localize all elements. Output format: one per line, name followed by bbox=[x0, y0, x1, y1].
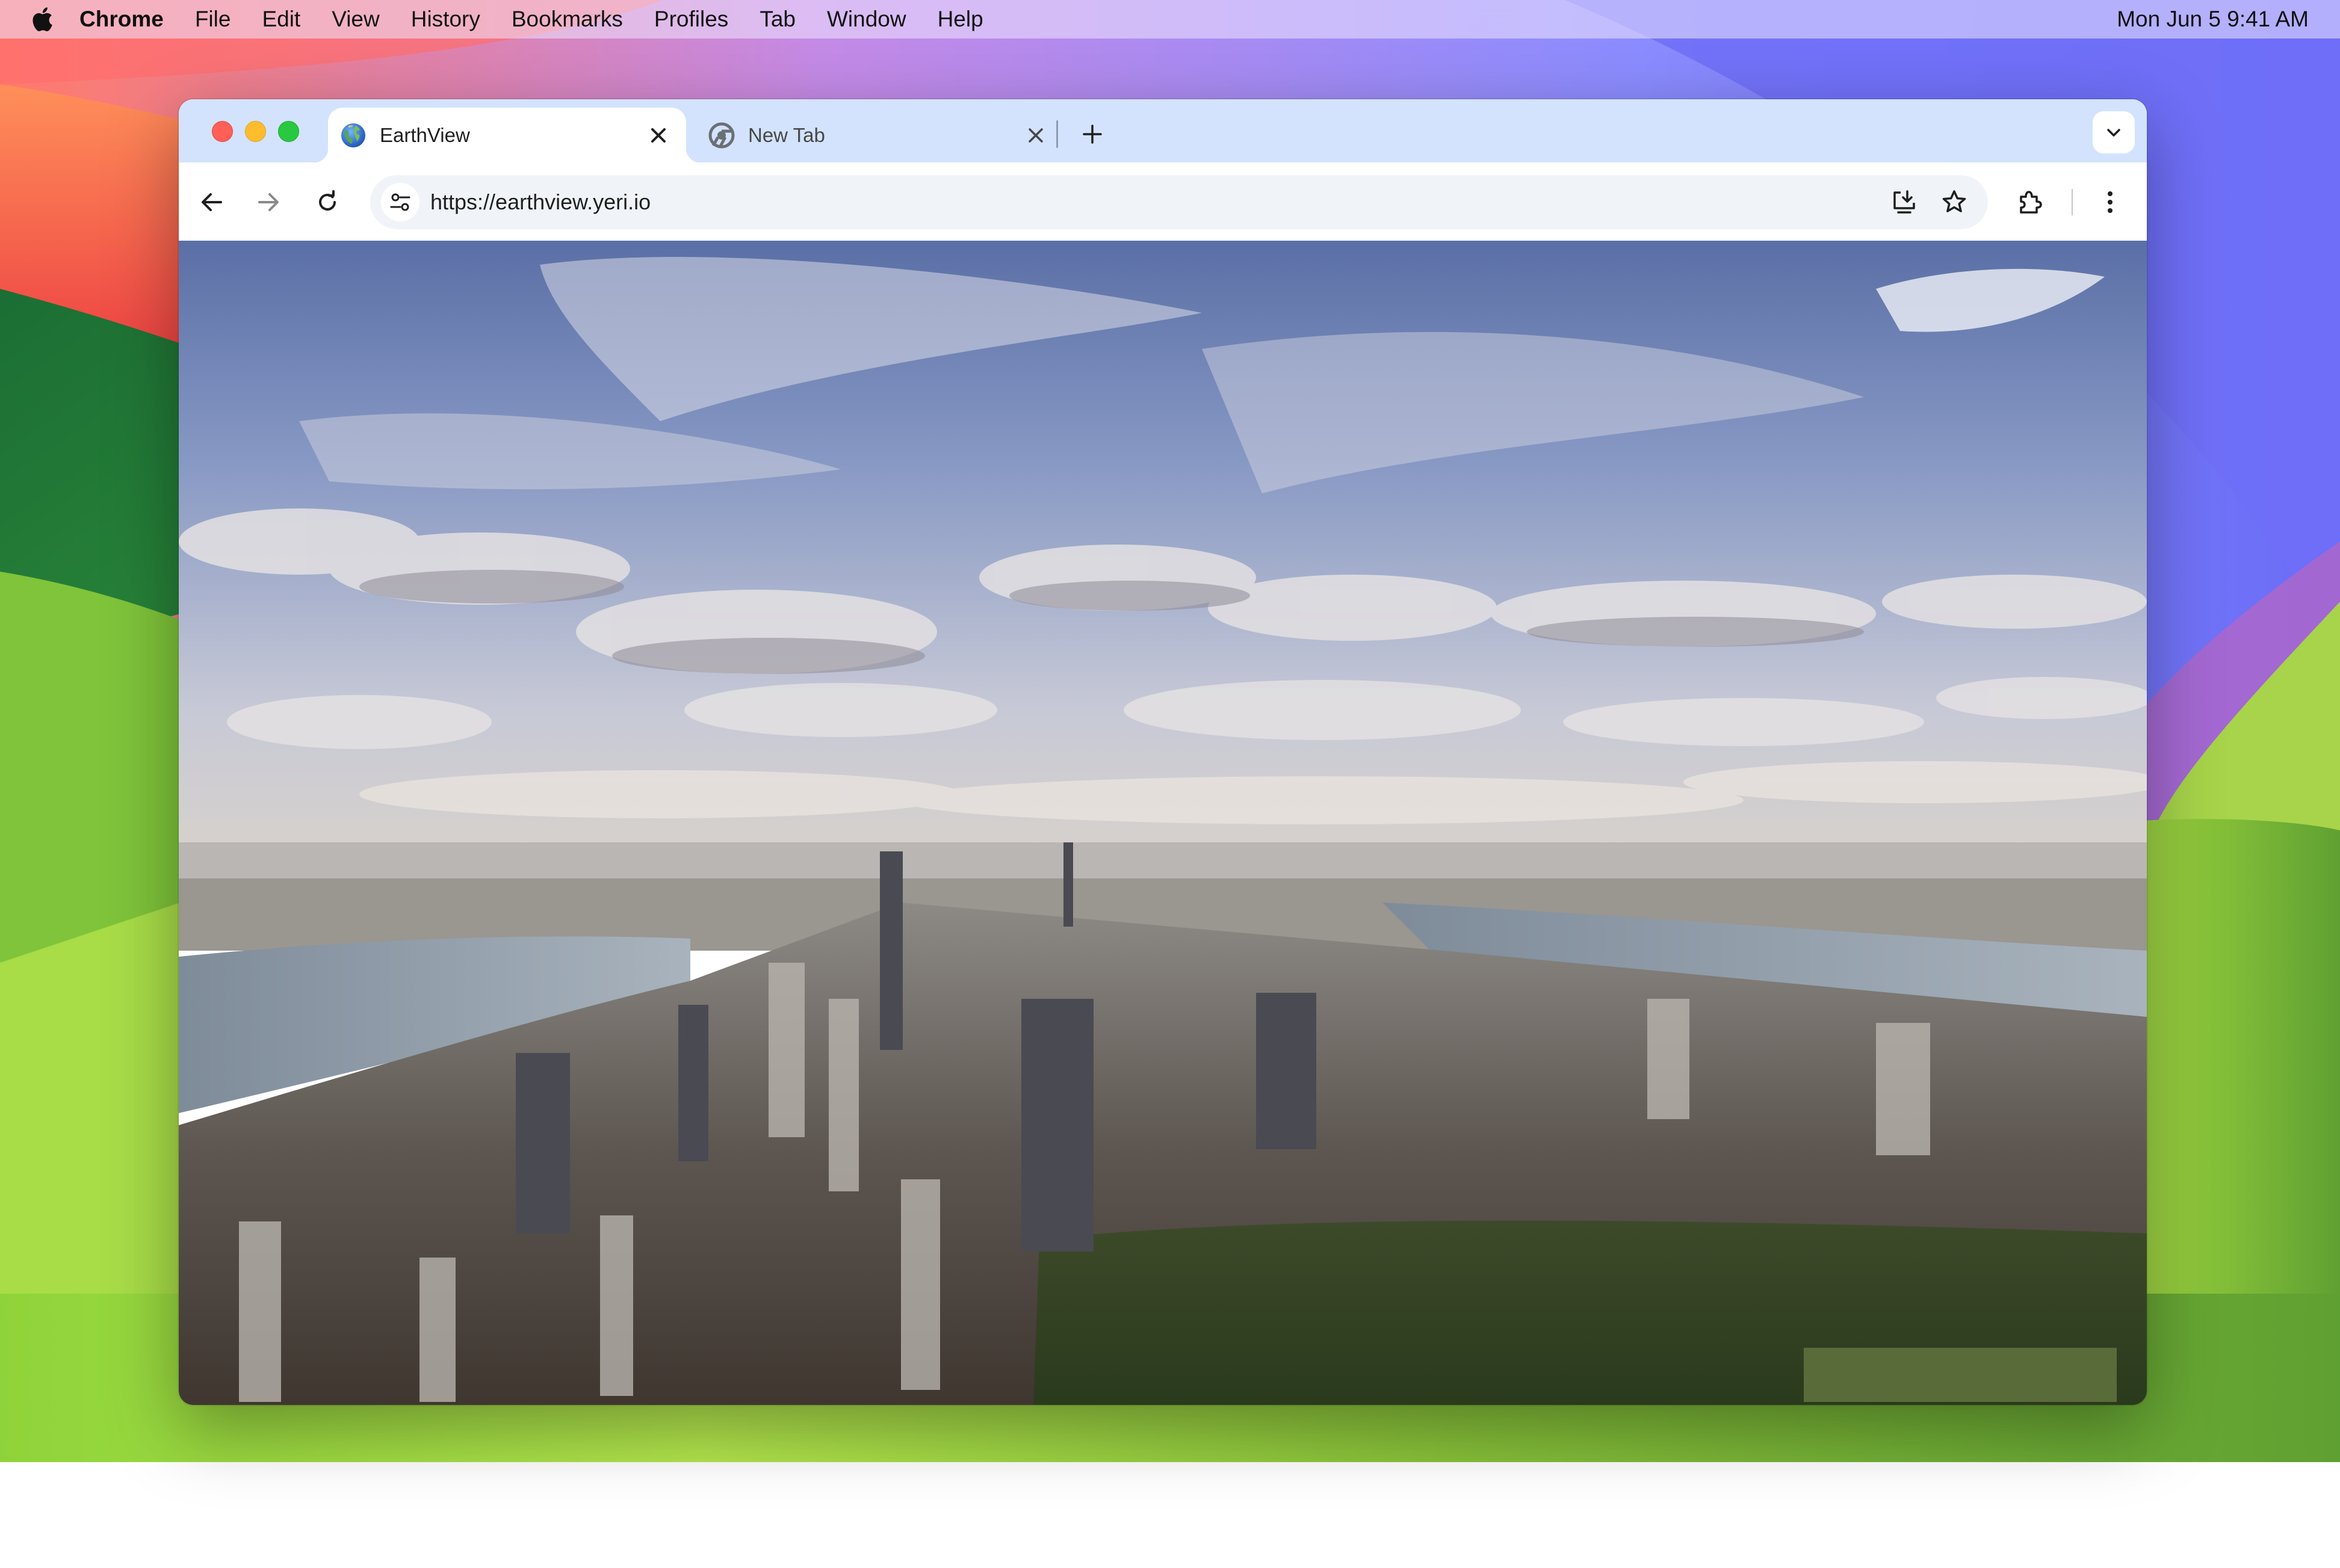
menubar-clock[interactable]: Mon Jun 5 9:41 AM bbox=[2117, 0, 2309, 39]
menu-edit[interactable]: Edit bbox=[262, 7, 300, 32]
tab-title: New Tab bbox=[748, 123, 825, 146]
forward-arrow-icon[interactable] bbox=[250, 184, 287, 221]
extensions-puzzle-icon[interactable] bbox=[2011, 184, 2048, 221]
macos-menubar: Chrome File Edit View History Bookmarks … bbox=[0, 0, 2340, 39]
chrome-window: EarthView New Tab https://earthview.yeri… bbox=[179, 99, 2147, 1405]
menu-file[interactable]: File bbox=[195, 7, 231, 32]
browser-toolbar: https://earthview.yeri.io bbox=[179, 162, 2147, 241]
tab-close-icon[interactable] bbox=[646, 123, 670, 147]
menu-history[interactable]: History bbox=[411, 7, 480, 32]
apple-logo-icon[interactable] bbox=[29, 4, 55, 34]
menu-window[interactable]: Window bbox=[827, 7, 906, 32]
page-content bbox=[179, 241, 2147, 1405]
reload-icon[interactable] bbox=[309, 184, 346, 221]
new-tab-plus-icon[interactable] bbox=[1076, 117, 1109, 151]
chrome-favicon-icon bbox=[708, 122, 735, 148]
manhattan-aerial-photo bbox=[179, 241, 2147, 1405]
menu-bookmarks[interactable]: Bookmarks bbox=[512, 7, 623, 32]
tab-close-icon[interactable] bbox=[1024, 123, 1048, 147]
window-minimize-button[interactable] bbox=[245, 121, 266, 142]
install-app-icon[interactable] bbox=[1887, 185, 1922, 220]
window-close-button[interactable] bbox=[212, 121, 233, 142]
menu-tab[interactable]: Tab bbox=[760, 7, 796, 32]
window-maximize-button[interactable] bbox=[278, 121, 299, 142]
tab-new-tab[interactable]: New Tab bbox=[696, 108, 1063, 162]
bookmark-star-icon[interactable] bbox=[1937, 185, 1972, 220]
site-settings-tune-icon[interactable] bbox=[381, 183, 419, 221]
address-bar[interactable]: https://earthview.yeri.io bbox=[370, 175, 1988, 229]
back-arrow-icon[interactable] bbox=[193, 184, 231, 221]
menu-profiles[interactable]: Profiles bbox=[654, 7, 728, 32]
menu-view[interactable]: View bbox=[332, 7, 380, 32]
tab-strip: EarthView New Tab bbox=[179, 99, 2147, 162]
menu-help[interactable]: Help bbox=[938, 7, 983, 32]
tab-title: EarthView bbox=[380, 123, 470, 146]
toolbar-divider bbox=[2072, 189, 2073, 215]
tab-earthview[interactable]: EarthView bbox=[314, 108, 701, 162]
tab-search-chevron-down-icon[interactable] bbox=[2093, 111, 2135, 153]
menu-app-name[interactable]: Chrome bbox=[79, 7, 164, 32]
url-text[interactable]: https://earthview.yeri.io bbox=[430, 175, 651, 229]
tab-separator bbox=[1056, 120, 1058, 148]
globe-favicon-icon bbox=[341, 123, 365, 147]
more-menu-kebab-icon[interactable] bbox=[2091, 184, 2129, 221]
